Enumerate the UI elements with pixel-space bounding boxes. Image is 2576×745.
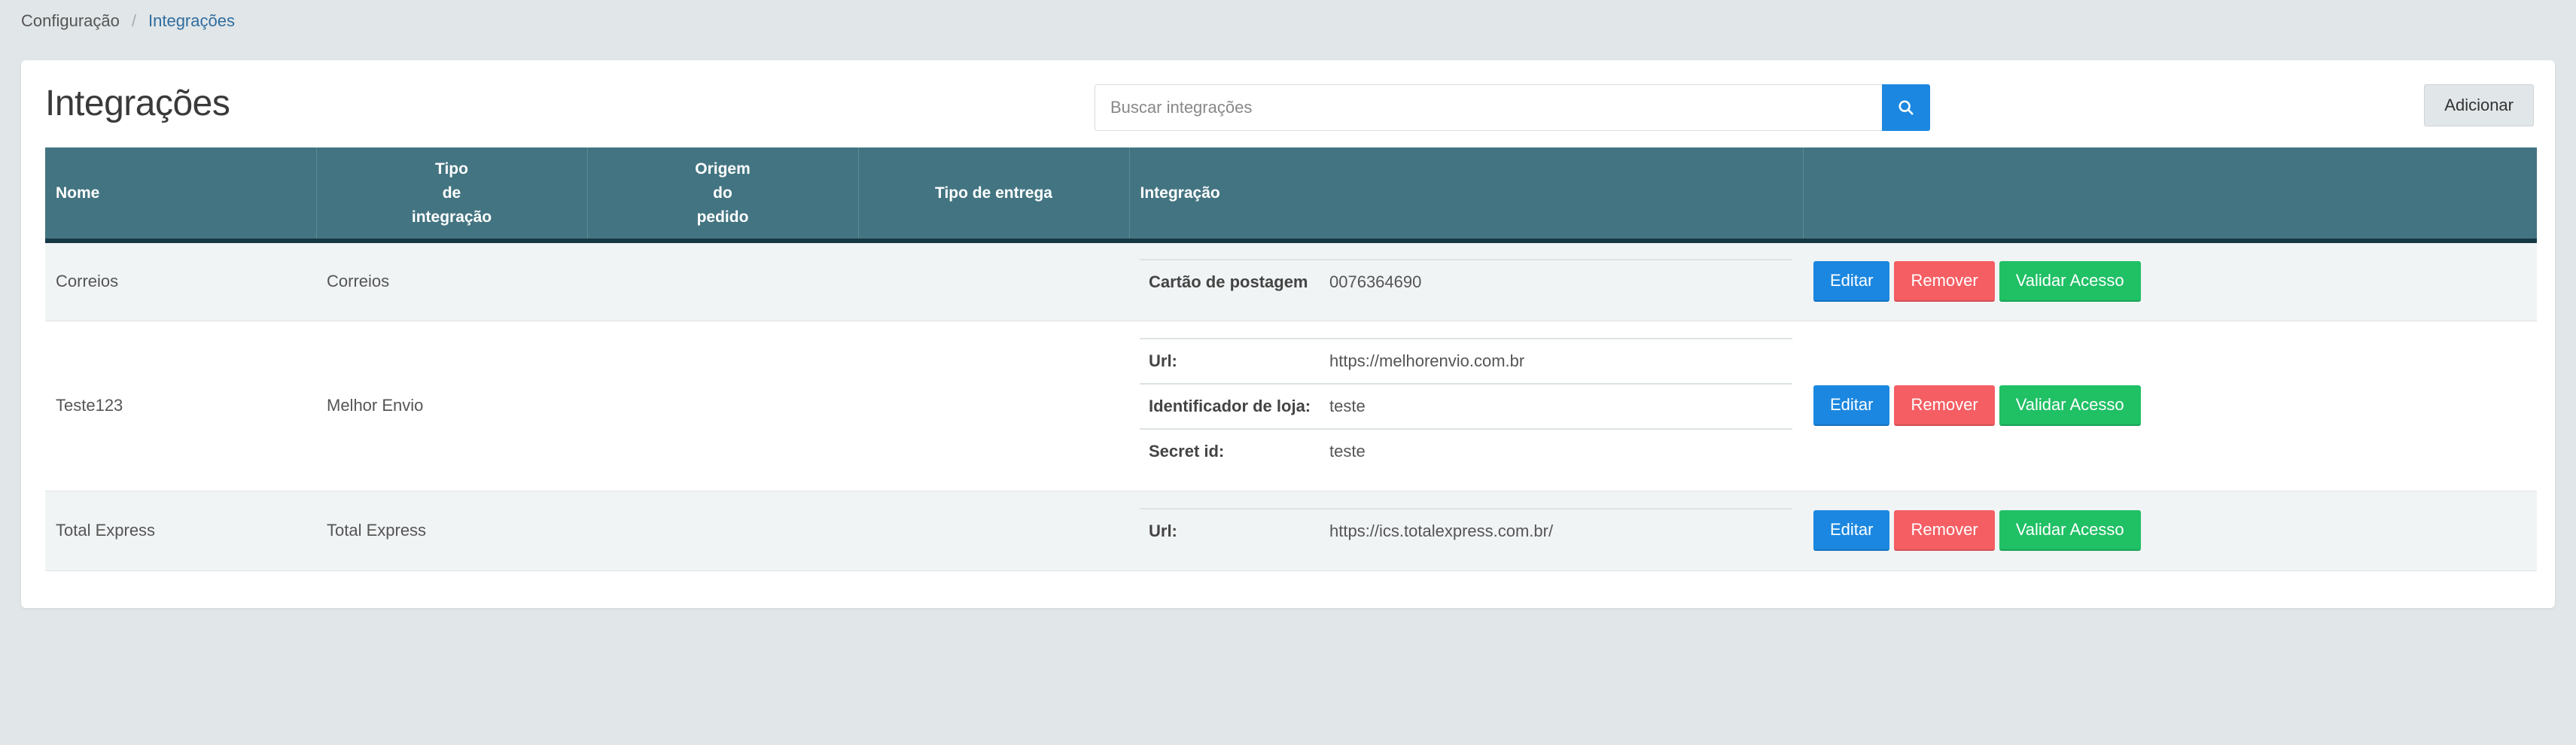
- row-actions: Editar Remover Validar Acesso: [1813, 261, 2526, 303]
- search-input[interactable]: [1095, 84, 1882, 131]
- breadcrumb-integracoes[interactable]: Integrações: [148, 11, 235, 31]
- add-button[interactable]: Adicionar: [2424, 84, 2534, 126]
- field-value: 0076364690: [1320, 258, 1792, 305]
- breadcrumb-configuracao[interactable]: Configuração: [21, 11, 120, 31]
- field-value: teste: [1320, 382, 1792, 429]
- field-key: Identificador de loja:: [1140, 382, 1320, 429]
- field-value: https://ics.totalexpress.com.br/: [1320, 507, 1792, 554]
- column-header-tipo-integracao[interactable]: Tipo de integração: [316, 147, 588, 243]
- field-row: Secret id: teste: [1140, 427, 1792, 474]
- remove-button[interactable]: Remover: [1894, 510, 1995, 551]
- field-key: Secret id:: [1140, 427, 1320, 474]
- cell-origin: [587, 321, 858, 491]
- table-row: Teste123 Melhor Envio Url: https://melho…: [45, 321, 2537, 491]
- breadcrumb-separator: /: [131, 11, 136, 30]
- column-header-tipo-entrega[interactable]: Tipo de entrega: [858, 147, 1130, 243]
- field-row: Url: https://ics.totalexpress.com.br/: [1140, 507, 1792, 554]
- cell-integration: Url: https://ics.totalexpress.com.br/: [1129, 491, 1803, 571]
- remove-button[interactable]: Remover: [1894, 385, 1995, 426]
- field-row: Identificador de loja: teste: [1140, 382, 1792, 429]
- column-header-nome[interactable]: Nome: [45, 147, 317, 243]
- validate-access-button[interactable]: Validar Acesso: [1999, 261, 2141, 303]
- cell-type: Total Express: [316, 491, 587, 571]
- cell-actions: Editar Remover Validar Acesso: [1803, 241, 2537, 321]
- cell-delivery: [858, 321, 1129, 491]
- field-key: Cartão de postagem: [1140, 258, 1320, 305]
- breadcrumb: Configuração / Integrações: [21, 9, 235, 33]
- field-key: Url:: [1140, 507, 1320, 554]
- header-text: Tipo: [435, 160, 468, 178]
- row-actions: Editar Remover Validar Acesso: [1813, 510, 2526, 551]
- remove-button[interactable]: Remover: [1894, 261, 1995, 303]
- integration-fields: Url: https://melhorenvio.com.br Identifi…: [1140, 337, 1792, 474]
- cell-delivery: [858, 241, 1129, 321]
- header-text: pedido: [696, 208, 749, 226]
- cell-integration: Url: https://melhorenvio.com.br Identifi…: [1129, 321, 1803, 491]
- table-row: Total Express Total Express Url: https:/…: [45, 491, 2537, 571]
- column-header-integracao[interactable]: Integração: [1129, 147, 1804, 243]
- cell-name: Correios: [45, 241, 316, 321]
- page-title: Integrações: [45, 84, 230, 123]
- row-actions: Editar Remover Validar Acesso: [1813, 385, 2526, 426]
- cell-name: Teste123: [45, 321, 316, 491]
- field-row: Cartão de postagem 0076364690: [1140, 258, 1792, 305]
- header-text: de: [442, 184, 461, 202]
- header-text: integração: [411, 208, 492, 226]
- validate-access-button[interactable]: Validar Acesso: [1999, 385, 2141, 426]
- edit-button[interactable]: Editar: [1813, 510, 1890, 551]
- cell-actions: Editar Remover Validar Acesso: [1803, 491, 2537, 571]
- table-header-row: Nome Tipo de integração Origem do pedido…: [45, 147, 2537, 243]
- column-header-actions: [1803, 147, 2537, 243]
- field-row: Url: https://melhorenvio.com.br: [1140, 337, 1792, 384]
- cell-type: Correios: [316, 241, 587, 321]
- header-text: do: [713, 184, 732, 202]
- field-key: Url:: [1140, 337, 1320, 384]
- table-row: Correios Correios Cartão de postagem 007…: [45, 241, 2537, 321]
- cell-origin: [587, 241, 858, 321]
- column-header-origem-pedido[interactable]: Origem do pedido: [587, 147, 859, 243]
- cell-name: Total Express: [45, 491, 316, 571]
- field-value: https://melhorenvio.com.br: [1320, 337, 1792, 384]
- integrations-card: Integrações Adicionar Nome Tipo de integ…: [21, 60, 2555, 608]
- edit-button[interactable]: Editar: [1813, 385, 1890, 426]
- field-value: teste: [1320, 427, 1792, 474]
- integration-fields: Url: https://ics.totalexpress.com.br/: [1140, 507, 1792, 554]
- search-button[interactable]: [1882, 84, 1930, 131]
- search-icon: [1899, 100, 1914, 115]
- integration-fields: Cartão de postagem 0076364690: [1140, 258, 1792, 305]
- cell-integration: Cartão de postagem 0076364690: [1129, 241, 1803, 321]
- validate-access-button[interactable]: Validar Acesso: [1999, 510, 2141, 551]
- cell-origin: [587, 491, 858, 571]
- cell-type: Melhor Envio: [316, 321, 587, 491]
- cell-actions: Editar Remover Validar Acesso: [1803, 321, 2537, 491]
- cell-delivery: [858, 491, 1129, 571]
- search-bar: [1095, 84, 1930, 131]
- integrations-table: Nome Tipo de integração Origem do pedido…: [45, 147, 2537, 571]
- edit-button[interactable]: Editar: [1813, 261, 1890, 303]
- header-text: Origem: [695, 160, 751, 178]
